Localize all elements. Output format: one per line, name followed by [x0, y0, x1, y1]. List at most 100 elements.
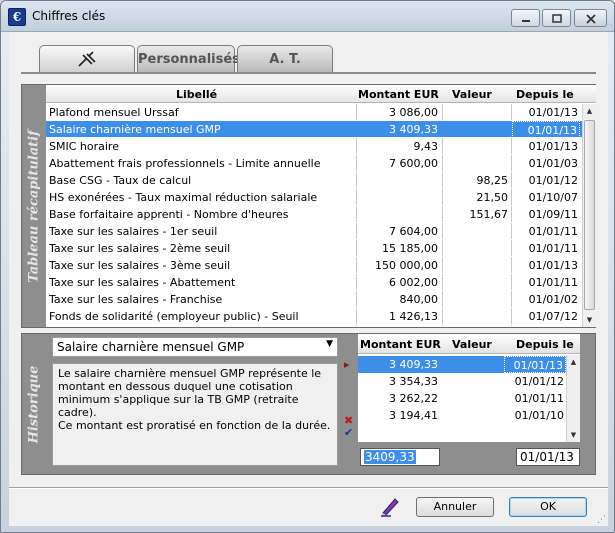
history-item-select[interactable]: Salaire charnière mensuel GMP ▼: [52, 337, 338, 357]
tab-personnalises[interactable]: Personnalisés: [137, 45, 240, 73]
chevron-down-icon: ▼: [326, 339, 333, 349]
table-cell: Base CSG - Taux de calcul: [49, 174, 192, 187]
table-cell: SMIC horaire: [49, 140, 119, 153]
summary-side-label: Tableau récapitulatif: [26, 129, 42, 283]
summary-scrollbar[interactable]: ▲ ▼: [582, 104, 596, 327]
table-cell: 01/01/12: [528, 174, 578, 187]
table-row[interactable]: Abattement frais professionnels - Limite…: [46, 155, 582, 172]
summary-table-header: Libellé Montant EUR Valeur Depuis le: [46, 85, 596, 103]
scroll-down-arrow-icon[interactable]: ▼: [583, 313, 596, 327]
table-cell: Salaire charnière mensuel GMP: [49, 123, 221, 136]
table-cell: 840,00: [399, 293, 439, 306]
table-row[interactable]: Fonds de solidarité (employeur public) -…: [46, 308, 582, 325]
table-cell: 01/01/11: [528, 225, 578, 238]
tab-main[interactable]: [39, 45, 135, 73]
table-row[interactable]: Taxe sur les salaires - 1er seuil 7 604,0…: [46, 223, 582, 240]
amount-input[interactable]: 3409,33: [360, 448, 440, 466]
pen-icon[interactable]: [379, 495, 401, 517]
table-cell: 15 185,00: [382, 242, 438, 255]
history-col-montant[interactable]: Montant EUR: [360, 338, 441, 351]
resize-grip-icon[interactable]: ⋰: [597, 515, 606, 525]
table-cell: 21,50: [476, 191, 509, 204]
table-cell: 1 426,13: [389, 310, 438, 323]
close-button[interactable]: [574, 9, 607, 27]
history-panel: Historique Salaire charnière mensuel GMP…: [21, 333, 596, 475]
table-cell: 01/01/13: [528, 259, 578, 272]
cancel-button[interactable]: Annuler: [416, 497, 494, 517]
history-cell: 01/01/12: [514, 375, 564, 388]
history-table-header: Montant EUR Valeur Depuis le: [358, 334, 580, 354]
history-scrollbar[interactable]: ▲ ▼: [566, 355, 580, 442]
history-side-label: Historique: [26, 365, 42, 443]
scroll-thumb[interactable]: [584, 120, 595, 310]
table-cell: 3 086,00: [389, 106, 438, 119]
history-cell: 3 262,22: [389, 392, 438, 405]
table-cell: 01/09/11: [528, 208, 578, 221]
title-bar[interactable]: € Chiffres clés: [1, 1, 614, 32]
table-cell: 01/01/11: [528, 242, 578, 255]
history-row[interactable]: 3 409,33 01/01/13: [358, 356, 566, 373]
summary-panel: Tableau récapitulatif Libellé Montant EU…: [21, 84, 596, 328]
history-cell: 01/01/13: [504, 356, 566, 373]
dialog-window: € Chiffres clés Personnalisés A. T. Tabl…: [0, 0, 615, 533]
app-logo-icon: €: [8, 8, 26, 26]
table-cell: HS exonérées - Taux maximal réduction sa…: [49, 191, 318, 204]
table-row[interactable]: Base forfaitaire apprenti - Nombre d'heu…: [46, 206, 582, 223]
table-cell: 98,25: [476, 174, 509, 187]
table-row[interactable]: HS exonérées - Taux maximal réduction sa…: [46, 189, 582, 206]
history-table: Montant EUR Valeur Depuis le 3 409,33 01/…: [358, 334, 580, 442]
table-row[interactable]: Taxe sur les salaires - Abattement 6 002,…: [46, 274, 582, 291]
close-icon: [585, 14, 596, 24]
history-col-valeur[interactable]: Valeur: [452, 338, 492, 351]
table-cell: Base forfaitaire apprenti - Nombre d'heu…: [49, 208, 289, 221]
history-cell: 01/01/11: [514, 392, 564, 405]
table-cell: 01/01/13: [512, 121, 580, 138]
table-cell: Taxe sur les salaires - Franchise: [49, 293, 223, 306]
history-col-depuis[interactable]: Depuis le: [516, 338, 574, 351]
history-row[interactable]: 3 194,41 01/01/10: [358, 407, 566, 424]
table-cell: 01/01/11: [528, 276, 578, 289]
ok-button[interactable]: OK: [509, 497, 587, 517]
table-cell: 01/01/13: [528, 106, 578, 119]
table-row[interactable]: Taxe sur les salaires - Franchise 840,00 0…: [46, 291, 582, 308]
history-cell: 3 409,33: [389, 358, 438, 371]
table-row[interactable]: Plafond mensuel Urssaf 3 086,00 01/01/13: [46, 104, 582, 121]
table-row[interactable]: Taxe sur les salaires - 3ème seuil 150 00…: [46, 257, 582, 274]
history-row[interactable]: 3 262,22 01/01/11: [358, 390, 566, 407]
edit-marker-icon: ▸: [344, 358, 350, 371]
table-cell: 7 600,00: [389, 157, 438, 170]
column-header-montant[interactable]: Montant EUR: [358, 88, 439, 101]
table-cell: 150 000,00: [375, 259, 438, 272]
minimize-button[interactable]: [511, 9, 540, 27]
table-row[interactable]: Taxe sur les salaires - 2ème seuil 15 185…: [46, 240, 582, 257]
table-row[interactable]: SMIC horaire 9,43 01/01/13: [46, 138, 582, 155]
table-row[interactable]: Base CSG - Taux de calcul 98,25 01/01/12: [46, 172, 582, 189]
column-header-depuis[interactable]: Depuis le: [516, 88, 574, 101]
history-cell: 01/01/10: [514, 409, 564, 422]
pushpin-icon: [78, 51, 96, 67]
tab-at[interactable]: A. T.: [237, 45, 333, 73]
scroll-up-arrow-icon[interactable]: ▲: [583, 104, 596, 118]
table-cell: 01/10/07: [528, 191, 578, 204]
scroll-down-arrow-icon[interactable]: ▼: [567, 428, 580, 442]
window-title: Chiffres clés: [32, 9, 106, 23]
scroll-up-arrow-icon[interactable]: ▲: [567, 355, 580, 369]
summary-rows: Plafond mensuel Urssaf 3 086,00 01/01/13 Sa…: [46, 104, 582, 325]
table-cell: Taxe sur les salaires - 2ème seuil: [49, 242, 231, 255]
validate-icon[interactable]: ✔: [344, 426, 353, 439]
table-cell: 151,67: [469, 208, 509, 221]
maximize-icon: [551, 14, 562, 23]
table-cell: 01/01/03: [528, 157, 578, 170]
maximize-button[interactable]: [542, 9, 571, 27]
table-cell: 01/01/13: [528, 140, 578, 153]
table-cell: 6 002,00: [389, 276, 438, 289]
column-header-libelle[interactable]: Libellé: [176, 88, 217, 101]
history-cell: 3 194,41: [389, 409, 438, 422]
tab-divider: [21, 72, 596, 74]
table-cell: 9,43: [413, 140, 439, 153]
date-input[interactable]: 01/01/13: [516, 448, 580, 466]
table-cell: Taxe sur les salaires - 3ème seuil: [49, 259, 231, 272]
column-header-valeur[interactable]: Valeur: [452, 88, 492, 101]
history-row[interactable]: 3 354,33 01/01/12: [358, 373, 566, 390]
table-row[interactable]: Salaire charnière mensuel GMP 3 409,33 01/…: [46, 121, 582, 138]
